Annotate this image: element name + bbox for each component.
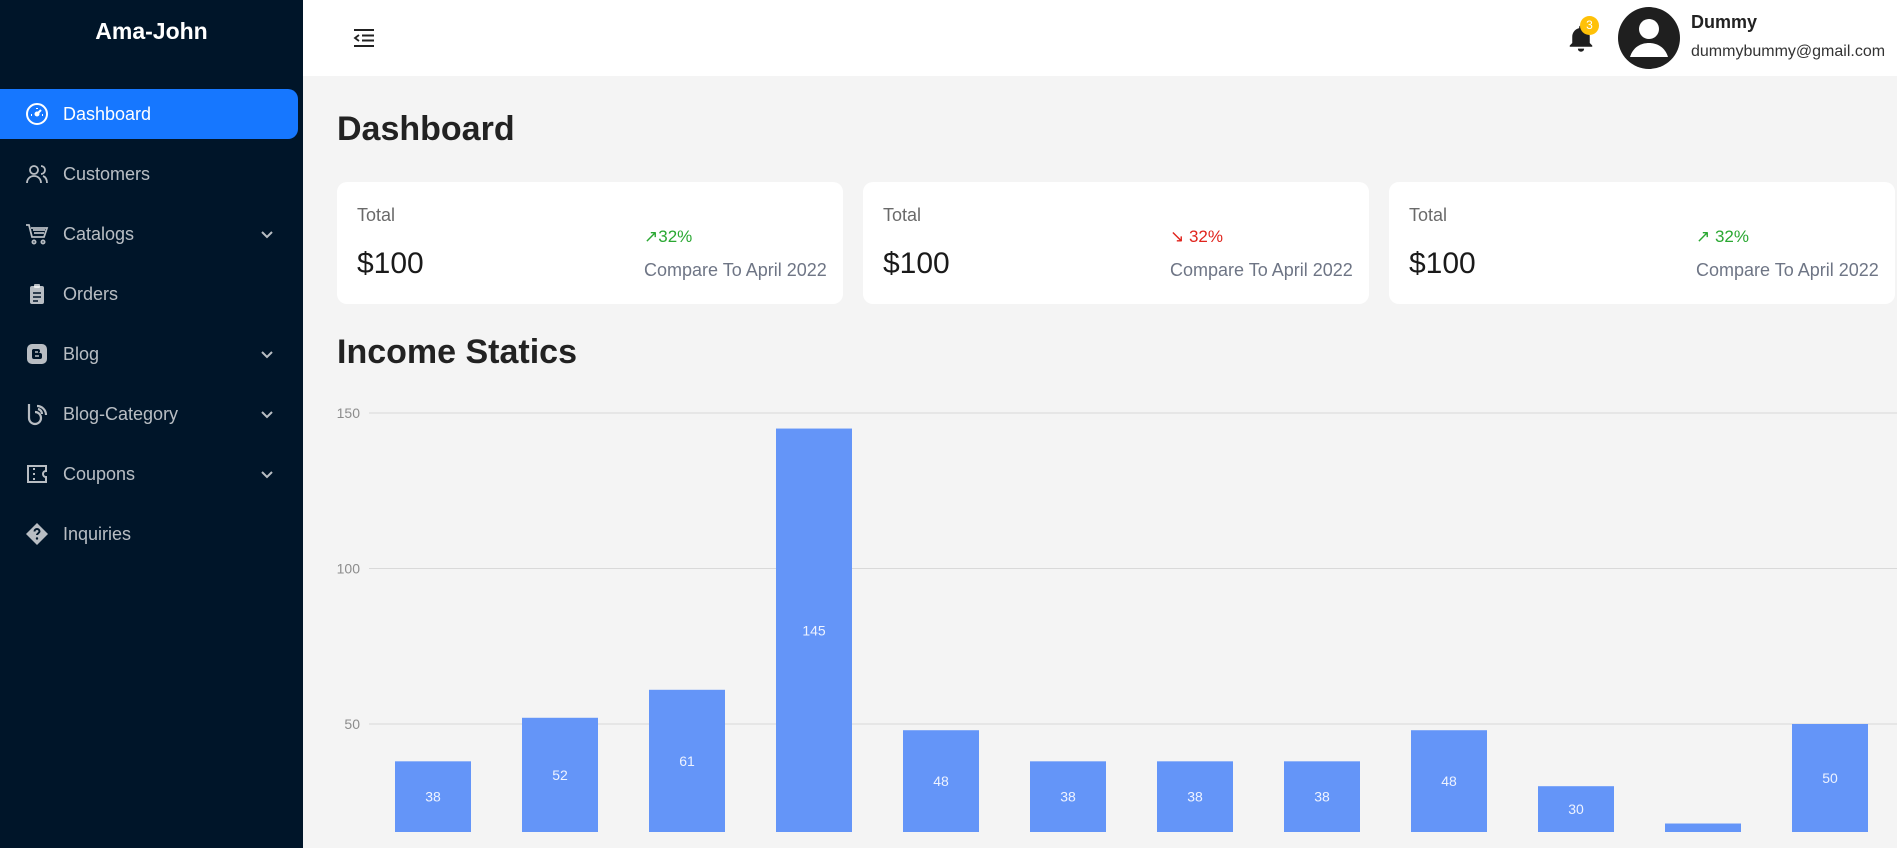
card-change: ↘ 32%: [1170, 227, 1223, 246]
bar: [1157, 761, 1233, 832]
sidebar-item-blog-category[interactable]: Blog-Category: [0, 389, 298, 439]
dashboard-icon: [25, 102, 49, 126]
bar: [649, 689, 725, 832]
chevron-down-icon: [261, 411, 273, 419]
notification-badge: 3: [1580, 16, 1599, 35]
y-tick-label: 150: [337, 405, 361, 421]
card-compare: Compare To April 2022: [1696, 260, 1879, 280]
clipboard-icon: [25, 282, 49, 306]
sidebar-menu: Dashboard Customers Catalogs Orders Blog…: [0, 89, 303, 569]
card-change: ↗ 32%: [1696, 227, 1749, 246]
bar-data-label: 48: [933, 773, 949, 789]
bar: [1411, 730, 1487, 832]
bar: [1538, 786, 1614, 832]
chevron-down-icon: [261, 231, 273, 239]
bar-data-label: 48: [1441, 773, 1457, 789]
bar: [522, 717, 598, 832]
income-section-title: Income Statics: [337, 333, 577, 371]
stat-card: Total $100 ↗ 32% Compare To April 2022: [1389, 182, 1895, 304]
page-title: Dashboard: [337, 110, 515, 148]
card-label: Total: [1409, 205, 1448, 225]
sidebar-item-label: Catalogs: [63, 223, 135, 244]
bar-data-label: 52: [552, 767, 568, 783]
stat-card: Total $100 ↗32% Compare To April 2022: [337, 182, 843, 304]
card-compare: Compare To April 2022: [644, 260, 827, 280]
sidebar-item-label: Coupons: [63, 463, 136, 484]
bar: [1284, 761, 1360, 832]
sidebar-item-label: Inquiries: [63, 523, 132, 544]
sidebar-item-label: Blog-Category: [63, 403, 179, 424]
cart-icon: [25, 222, 49, 246]
sidebar-item-coupons[interactable]: Coupons: [0, 449, 298, 499]
coupon-icon: [25, 462, 49, 486]
sidebar-item-label: Orders: [63, 283, 119, 304]
top-header: 3 Dummy dummybummy@gmail.com: [303, 0, 1897, 76]
sidebar-item-customers[interactable]: Customers: [0, 149, 298, 199]
bar-data-label: 38: [1060, 789, 1076, 805]
bar: [1792, 724, 1868, 832]
bar-data-label: 61: [679, 753, 695, 769]
card-label: Total: [357, 205, 396, 225]
menu-fold-icon[interactable]: [352, 28, 376, 48]
bar-data-label: 38: [425, 789, 441, 805]
bar: [1030, 761, 1106, 832]
user-name: Dummy: [1691, 12, 1758, 32]
card-compare: Compare To April 2022: [1170, 260, 1353, 280]
bar-data-label: 145: [802, 622, 826, 638]
card-value: $100: [357, 247, 424, 280]
card-value: $100: [883, 247, 950, 280]
bar: [776, 428, 852, 832]
bar-data-label: 38: [1314, 789, 1330, 805]
question-diamond-icon: [25, 522, 49, 546]
blog-category-icon: [25, 402, 49, 426]
user-email: dummybummy@gmail.com: [1691, 43, 1886, 60]
sidebar-item-label: Blog: [63, 343, 100, 364]
bar: [395, 761, 471, 832]
user-avatar-icon: [1630, 19, 1668, 57]
bar-data-label: 38: [1187, 789, 1203, 805]
card-change: ↗32%: [644, 227, 693, 246]
sidebar-item-blog[interactable]: Blog: [0, 329, 298, 379]
y-tick-label: 50: [344, 716, 360, 732]
card-value: $100: [1409, 247, 1476, 280]
users-icon: [25, 162, 49, 186]
bar: [903, 730, 979, 832]
chevron-down-icon: [261, 351, 273, 359]
sidebar-item-orders[interactable]: Orders: [0, 269, 298, 319]
y-tick-label: 100: [337, 561, 361, 577]
bar: [1665, 823, 1741, 832]
blogger-icon: [25, 342, 49, 366]
sidebar: Ama-John Dashboard Customers Catalogs Or…: [0, 0, 303, 848]
brand-name: Ama-John: [95, 18, 208, 44]
chevron-down-icon: [261, 471, 273, 479]
card-label: Total: [883, 205, 922, 225]
avatar[interactable]: [1618, 7, 1680, 69]
stat-card: Total $100 ↘ 32% Compare To April 2022: [863, 182, 1369, 304]
sidebar-item-dashboard[interactable]: Dashboard: [0, 89, 298, 139]
sidebar-item-catalogs[interactable]: Catalogs: [0, 209, 298, 259]
sidebar-item-label: Dashboard: [63, 103, 152, 124]
sidebar-item-label: Customers: [63, 163, 151, 184]
bar-data-label: 50: [1822, 770, 1838, 786]
sidebar-item-inquiries[interactable]: Inquiries: [0, 509, 298, 559]
brand-logo[interactable]: Ama-John: [0, 0, 303, 64]
bar-data-label: 30: [1568, 801, 1584, 817]
